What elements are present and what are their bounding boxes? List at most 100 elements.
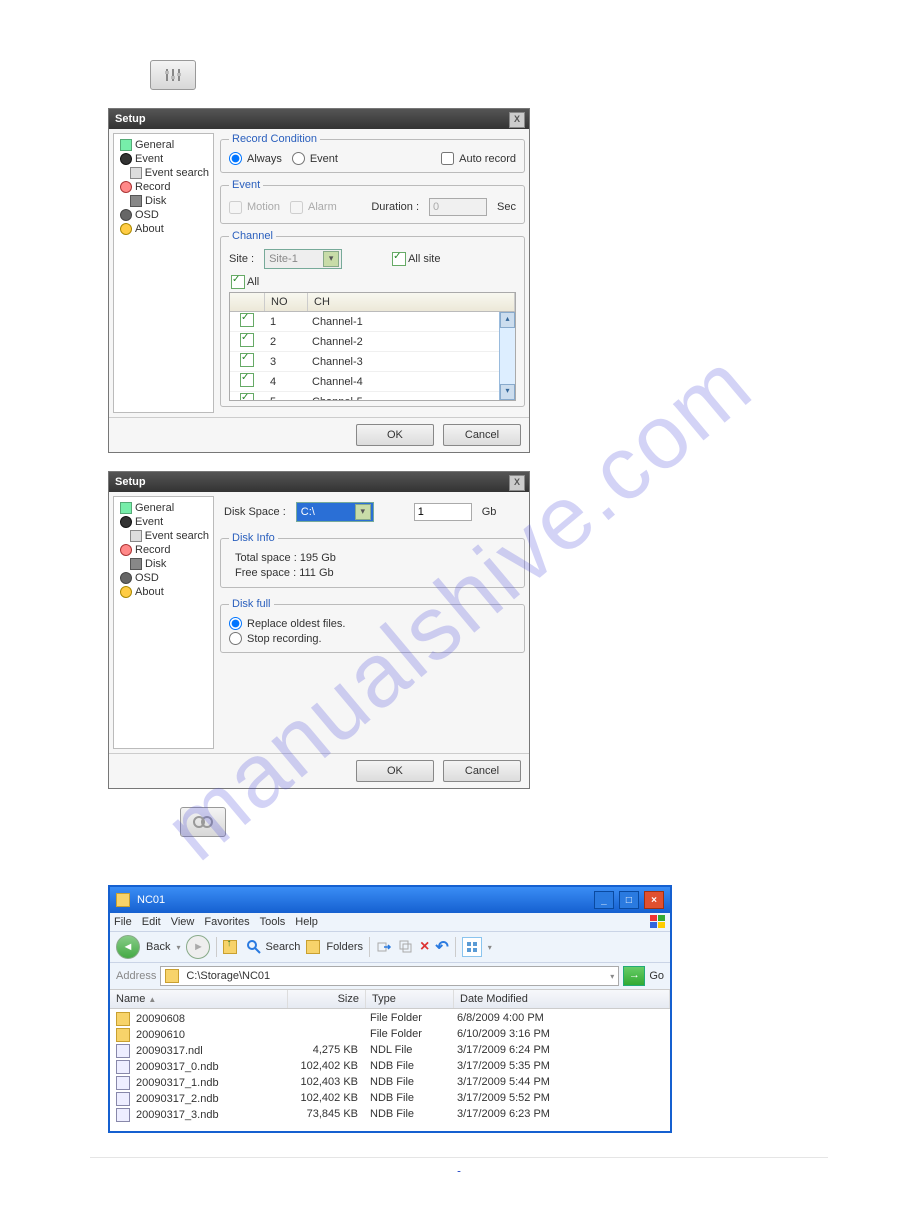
tree-event-search[interactable]: Event search xyxy=(116,166,211,180)
tree-disk[interactable]: Disk xyxy=(116,194,211,208)
tree-disk[interactable]: Disk xyxy=(116,557,211,571)
cancel-button[interactable]: Cancel xyxy=(443,760,521,782)
scroll-up-icon[interactable]: ▴ xyxy=(500,312,515,328)
separator xyxy=(369,937,370,957)
col-date[interactable]: Date Modified xyxy=(454,990,670,1008)
checkbox-icon[interactable] xyxy=(240,353,254,367)
move-to-button[interactable] xyxy=(376,939,392,955)
file-row[interactable]: 20090317.ndl4,275 KBNDL File3/17/2009 6:… xyxy=(110,1043,670,1059)
scroll-down-icon[interactable]: ▾ xyxy=(500,384,515,400)
check-motion[interactable]: Motion xyxy=(229,201,280,214)
menu-favorites[interactable]: Favorites xyxy=(204,916,249,928)
sec-label: Sec xyxy=(497,201,516,213)
menu-view[interactable]: View xyxy=(171,916,195,928)
back-label[interactable]: Back xyxy=(146,941,170,953)
duration-input[interactable] xyxy=(429,198,487,216)
file-name: 20090317_3.ndb xyxy=(136,1109,219,1121)
undo-button[interactable]: ↶ xyxy=(435,937,448,957)
checkbox-icon[interactable] xyxy=(240,313,254,327)
row-no: 2 xyxy=(264,335,306,349)
drive-select[interactable]: C:\▾ xyxy=(296,502,374,522)
channel-row[interactable]: 2Channel-2 xyxy=(230,332,515,352)
row-ch: Channel-4 xyxy=(306,375,515,389)
disk-size-input[interactable] xyxy=(414,503,472,521)
radio-stop[interactable]: Stop recording. xyxy=(229,632,322,645)
col-type[interactable]: Type xyxy=(366,990,454,1008)
radio-always[interactable]: Always xyxy=(229,152,282,165)
checkbox-icon[interactable] xyxy=(240,373,254,387)
checkbox-icon[interactable] xyxy=(240,393,254,400)
dialog-title-bar[interactable]: Setup X xyxy=(109,109,529,129)
forward-button[interactable]: ► xyxy=(186,935,210,959)
up-button[interactable]: ↑ xyxy=(223,940,240,954)
channel-row[interactable]: 4Channel-4 xyxy=(230,372,515,392)
file-row[interactable]: 20090317_1.ndb102,403 KBNDB File3/17/200… xyxy=(110,1075,670,1091)
file-row[interactable]: 20090610File Folder6/10/2009 3:16 PM xyxy=(110,1027,670,1043)
channel-row[interactable]: 5Channel-5 xyxy=(230,392,515,400)
back-button[interactable]: ◄ xyxy=(116,935,140,959)
tree-event[interactable]: Event xyxy=(116,152,211,166)
tree-event[interactable]: Event xyxy=(116,515,211,529)
file-size: 102,402 KB xyxy=(287,1059,364,1075)
file-size: 4,275 KB xyxy=(287,1043,364,1059)
close-button[interactable]: X xyxy=(509,475,525,491)
play-button[interactable] xyxy=(180,807,226,837)
file-row[interactable]: 20090317_2.ndb102,402 KBNDB File3/17/200… xyxy=(110,1091,670,1107)
maximize-button[interactable]: □ xyxy=(619,891,639,909)
tree-event-search[interactable]: Event search xyxy=(116,529,211,543)
close-button[interactable]: X xyxy=(509,112,525,128)
checkbox-icon xyxy=(231,275,245,289)
check-auto-record[interactable]: Auto record xyxy=(441,152,516,165)
file-row[interactable]: 20090608File Folder6/8/2009 4:00 PM xyxy=(110,1011,670,1027)
search-button[interactable]: Search xyxy=(246,939,300,955)
channel-row[interactable]: 3Channel-3 xyxy=(230,352,515,372)
menu-file[interactable]: File xyxy=(114,916,132,928)
copy-to-button[interactable] xyxy=(398,939,414,955)
channel-row[interactable]: 1Channel-1 xyxy=(230,312,515,332)
menu-edit[interactable]: Edit xyxy=(142,916,161,928)
delete-button[interactable]: × xyxy=(420,938,429,956)
col-name[interactable]: Name ▲ xyxy=(110,990,288,1008)
views-button[interactable] xyxy=(462,937,482,957)
scrollbar[interactable]: ▴ ▾ xyxy=(499,312,515,400)
address-input[interactable]: C:\Storage\NC01 ▾ xyxy=(160,966,619,986)
col-ch[interactable]: CH xyxy=(308,293,515,311)
folders-button[interactable]: Folders xyxy=(306,940,363,954)
file-date: 6/8/2009 4:00 PM xyxy=(451,1011,670,1027)
minimize-button[interactable]: _ xyxy=(594,891,614,909)
tree-record[interactable]: Record xyxy=(116,543,211,557)
dialog-title-bar[interactable]: Setup X xyxy=(109,472,529,492)
col-no[interactable]: NO xyxy=(265,293,308,311)
settings-button[interactable] xyxy=(150,60,196,90)
go-button[interactable]: → xyxy=(623,966,645,986)
menu-tools[interactable]: Tools xyxy=(260,916,286,928)
check-all-site[interactable]: All site xyxy=(392,252,440,266)
menu-help[interactable]: Help xyxy=(295,916,318,928)
file-row[interactable]: 20090317_0.ndb102,402 KBNDB File3/17/200… xyxy=(110,1059,670,1075)
site-select[interactable]: Site-1▾ xyxy=(264,249,342,269)
checkbox-icon[interactable] xyxy=(240,333,254,347)
tree-osd[interactable]: OSD xyxy=(116,571,211,585)
cancel-button[interactable]: Cancel xyxy=(443,424,521,446)
check-all[interactable]: All xyxy=(231,275,259,289)
row-ch: Channel-1 xyxy=(306,315,515,329)
tree-about[interactable]: About xyxy=(116,222,211,236)
file-name: 20090317.ndl xyxy=(136,1045,203,1057)
tree-general[interactable]: General xyxy=(116,501,211,515)
explorer-title-bar[interactable]: NC01 _ □ × xyxy=(110,887,670,913)
tree-general[interactable]: General xyxy=(116,138,211,152)
tree-about[interactable]: About xyxy=(116,585,211,599)
col-size[interactable]: Size xyxy=(288,990,366,1008)
radio-event[interactable]: Event xyxy=(292,152,338,165)
check-alarm[interactable]: Alarm xyxy=(290,201,337,214)
ok-button[interactable]: OK xyxy=(356,760,434,782)
address-label: Address xyxy=(116,970,156,982)
radio-replace[interactable]: Replace oldest files. xyxy=(229,617,345,630)
ok-button[interactable]: OK xyxy=(356,424,434,446)
event-group: Event Motion Alarm Duration : Sec xyxy=(220,179,525,224)
file-row[interactable]: 20090317_3.ndb73,845 KBNDB File3/17/2009… xyxy=(110,1107,670,1123)
tree-record[interactable]: Record xyxy=(116,180,211,194)
tree-osd[interactable]: OSD xyxy=(116,208,211,222)
close-button[interactable]: × xyxy=(644,891,664,909)
footnote-link[interactable] xyxy=(90,1162,828,1173)
